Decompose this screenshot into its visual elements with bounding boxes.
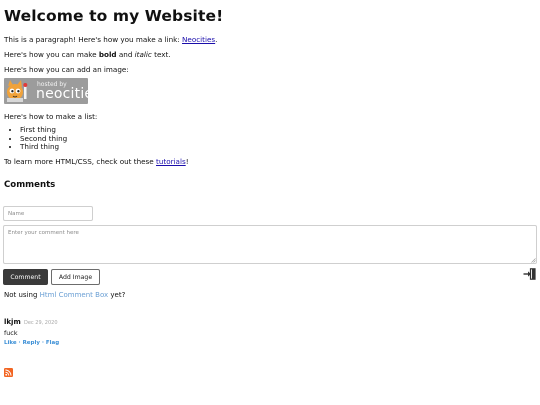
neocities-link[interactable]: Neocities	[182, 35, 215, 44]
like-link[interactable]: Like	[4, 340, 17, 346]
list-intro-text: Here's how to make a list:	[4, 112, 98, 121]
promo-before: Not using	[4, 291, 40, 299]
comments-title: Comments	[4, 180, 56, 190]
badge-big-text: neocities	[36, 86, 88, 102]
promo-after: yet?	[108, 291, 126, 299]
add-image-button[interactable]: Add Image	[51, 269, 100, 285]
promo-text: Not using Html Comment Box yet?	[4, 291, 125, 300]
html-comment-box-link[interactable]: Html Comment Box	[40, 291, 109, 299]
comment-date: Dec 29, 2020	[24, 319, 58, 326]
neocities-cat-logo	[7, 80, 28, 102]
rss-icon[interactable]	[4, 368, 13, 377]
bold-text: bold	[98, 50, 117, 59]
comment-author: lkjm	[4, 318, 21, 326]
comment-textarea[interactable]	[3, 225, 537, 264]
reply-link[interactable]: Reply	[23, 340, 40, 346]
format-text: Here's how you can make	[4, 50, 99, 59]
outro-text: To learn more HTML/CSS, check out these	[4, 157, 157, 166]
format-text-mid: and	[116, 50, 135, 59]
outro-paragraph: To learn more HTML/CSS, check out these …	[4, 157, 189, 166]
resize-grip-icon[interactable]	[531, 258, 536, 263]
comment-actions: Like · Reply · Flag	[4, 340, 59, 347]
intro-paragraph-link: This is a paragraph! Here's how you make…	[4, 35, 217, 44]
italic-text: italic	[134, 50, 152, 59]
comment-button[interactable]: Comment	[3, 269, 48, 285]
login-icon[interactable]	[523, 268, 536, 280]
image-intro-text: Here's how you can add an image:	[4, 65, 129, 74]
outro-text-end: !	[185, 157, 189, 166]
intro-text: This is a paragraph! Here's how you make…	[4, 35, 183, 44]
example-list: First thing Second thing Third thing	[10, 125, 67, 152]
flag-link[interactable]: Flag	[46, 340, 59, 346]
intro-text-end: .	[215, 35, 218, 44]
intro-paragraph-format: Here's how you can make bold and italic …	[4, 50, 171, 59]
page-title: Welcome to my Website!	[4, 7, 224, 25]
tutorials-link[interactable]: tutorials	[156, 157, 186, 166]
hosted-by-neocities-badge[interactable]: hosted by neocities	[4, 78, 88, 104]
format-text-end: text.	[151, 50, 171, 59]
list-item: Third thing	[20, 143, 67, 152]
comment-text: fuck	[4, 329, 18, 337]
name-input[interactable]	[3, 206, 93, 221]
